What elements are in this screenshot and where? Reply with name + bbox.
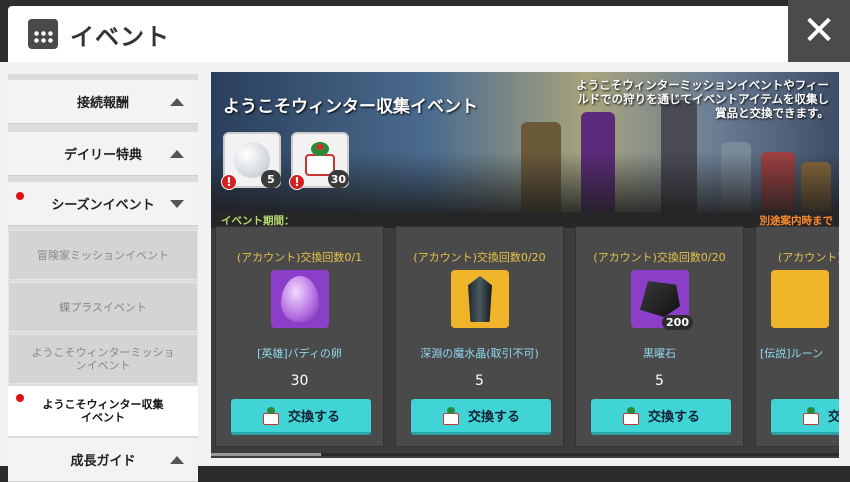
- sidebar-item-season-event[interactable]: シーズンイベント: [8, 182, 198, 226]
- sidebar-item-daily-bonus[interactable]: デイリー特典: [8, 132, 198, 176]
- alert-icon: !: [289, 174, 305, 190]
- chevron-down-icon: [170, 199, 184, 208]
- exchange-button-label: 交換する: [467, 410, 520, 425]
- scrollbar-thumb[interactable]: [211, 453, 321, 456]
- event-panel: ようこそウィンター収集イベント ようこそウィンターミッションイベントやフィールド…: [211, 72, 839, 458]
- exchange-button[interactable]: 交換する: [591, 399, 731, 435]
- banner-title: ようこそウィンター収集イベント: [223, 97, 478, 117]
- sidebar-item-growth-guide[interactable]: 成長ガイド: [8, 438, 198, 482]
- exchange-button[interactable]: 交換する: [411, 399, 551, 435]
- exchange-button-label: 交換する: [647, 410, 700, 425]
- exchange-button[interactable]: 交換する: [771, 399, 839, 435]
- egg-icon[interactable]: [271, 270, 329, 328]
- exchange-button[interactable]: 交換する: [231, 399, 371, 435]
- cake-icon: [622, 406, 640, 425]
- exchange-limit: (アカウント)交換回数0/20: [413, 251, 546, 264]
- item-price: 5: [655, 373, 664, 389]
- sidebar-subitem-label: ようこそウィンター収集イベント: [42, 398, 164, 424]
- reward-count: 30: [327, 170, 349, 188]
- notification-dot: [16, 192, 24, 200]
- exchange-limit: (アカウント)交換回数0/20: [778, 251, 839, 264]
- item-price: 30: [290, 373, 309, 389]
- reward-cake[interactable]: ! 30: [289, 132, 349, 190]
- close-button[interactable]: ✕: [788, 0, 850, 62]
- cake-icon: [442, 406, 460, 425]
- item-name: 深淵の魔水晶(取引不可): [420, 347, 539, 360]
- exchange-card: (アカウント)交換回数0/1 [英雄]バディの卵 30 交換する: [215, 226, 384, 447]
- chevron-up-icon: [170, 97, 184, 106]
- page-title: イベント: [70, 22, 170, 51]
- reward-snowball[interactable]: ! 5: [221, 132, 281, 190]
- item-name: [伝説]ルーン: [760, 347, 824, 360]
- notification-dot: [16, 394, 24, 402]
- exchange-button-label: 交換する: [287, 410, 340, 425]
- exchange-limit: (アカウント)交換回数0/1: [236, 251, 363, 264]
- cake-icon: [262, 406, 280, 425]
- item-name: [英雄]バディの卵: [257, 347, 342, 360]
- sidebar: 接続報酬 デイリー特典 シーズンイベント 冒険家ミッションイベント 蝶プラスイベ…: [8, 74, 198, 482]
- obsidian-icon[interactable]: 200: [631, 270, 693, 330]
- window-header: イベント ✕: [0, 0, 850, 62]
- reward-count: 5: [261, 170, 281, 188]
- sidebar-item-label: デイリー特典: [63, 148, 142, 163]
- title-bar: イベント: [8, 6, 788, 62]
- exchange-button-label: 交換する: [827, 410, 839, 425]
- item-price: 5: [475, 373, 484, 389]
- alert-icon: !: [221, 174, 237, 190]
- event-banner: ようこそウィンター収集イベント ようこそウィンターミッションイベントやフィールド…: [211, 72, 839, 212]
- sidebar-subitem-butterfly-plus[interactable]: 蝶プラスイベント: [8, 282, 198, 332]
- sidebar-item-label: 接続報酬: [76, 96, 129, 111]
- calendar-icon: [28, 19, 58, 49]
- exchange-card: (アカウント)交換回数0/20 200 黒曜石 5 交換する: [575, 226, 744, 447]
- sidebar-subitem-label: 蝶プラスイベント: [59, 300, 147, 314]
- item-quantity: 200: [662, 315, 693, 330]
- cake-icon: [802, 406, 820, 425]
- sidebar-item-label: 成長ガイド: [70, 454, 136, 469]
- sidebar-subitem-label: 冒険家ミッションイベント: [37, 248, 169, 262]
- content-area: 接続報酬 デイリー特典 シーズンイベント 冒険家ミッションイベント 蝶プラスイベ…: [0, 62, 850, 482]
- sidebar-subitem-adventurer-mission[interactable]: 冒険家ミッションイベント: [8, 230, 198, 280]
- sidebar-subitem-winter-collect[interactable]: ようこそウィンター収集イベント: [8, 386, 198, 436]
- exchange-card: (アカウント)交換回数0/20 [伝説]ルーン 交換する: [755, 226, 839, 447]
- sidebar-subitem-label: ようこそウィンターミッションイベント: [31, 346, 175, 372]
- crystal-icon[interactable]: [451, 270, 509, 328]
- sidebar-item-login-reward[interactable]: 接続報酬: [8, 80, 198, 124]
- exchange-limit: (アカウント)交換回数0/20: [593, 251, 726, 264]
- sidebar-item-label: シーズンイベント: [51, 198, 155, 213]
- exchange-card: (アカウント)交換回数0/20 深淵の魔水晶(取引不可) 5 交換する: [395, 226, 564, 447]
- sidebar-subitem-winter-mission[interactable]: ようこそウィンターミッションイベント: [8, 334, 198, 384]
- rune-icon[interactable]: [771, 270, 829, 328]
- item-name: 黒曜石: [643, 347, 676, 360]
- chevron-up-icon: [170, 455, 184, 464]
- banner-description: ようこそウィンターミッションイベントやフィールドでの狩りを通じてイベントアイテム…: [576, 78, 829, 120]
- chevron-up-icon: [170, 149, 184, 158]
- exchange-list: (アカウント)交換回数0/1 [英雄]バディの卵 30 交換する (アカウント)…: [215, 226, 839, 452]
